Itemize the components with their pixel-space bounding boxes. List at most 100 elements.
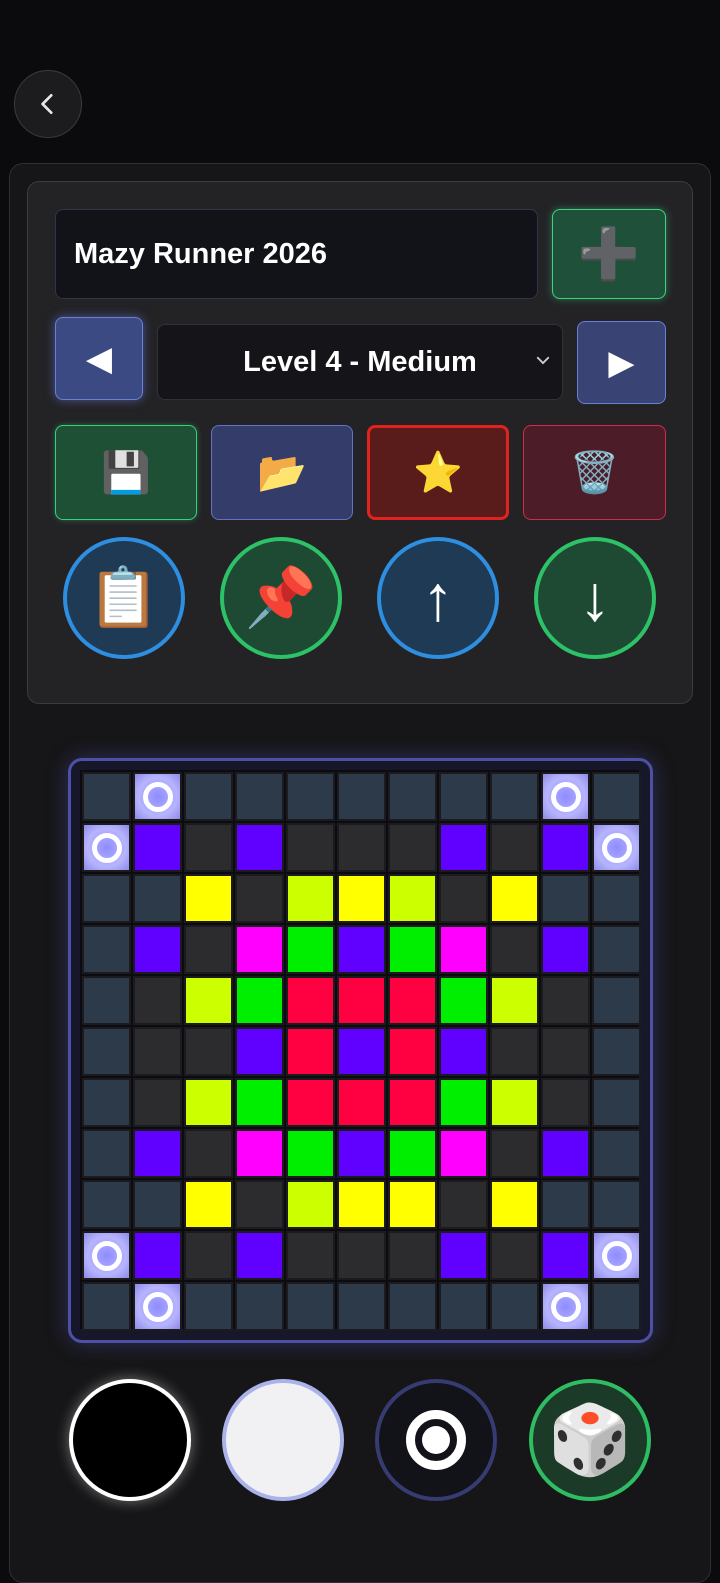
grid-cell[interactable] xyxy=(184,772,233,821)
grid-cell[interactable] xyxy=(82,976,131,1025)
grid-cell[interactable] xyxy=(337,925,386,974)
grid-cell[interactable] xyxy=(592,1027,641,1076)
grid-cell[interactable] xyxy=(235,1027,284,1076)
grid-cell[interactable] xyxy=(133,823,182,872)
grid-cell[interactable] xyxy=(82,925,131,974)
grid-cell[interactable] xyxy=(184,976,233,1025)
grid-cell[interactable] xyxy=(439,925,488,974)
grid-cell[interactable] xyxy=(490,1027,539,1076)
grid-cell[interactable] xyxy=(541,1231,590,1280)
grid-cell[interactable] xyxy=(133,1231,182,1280)
level-select[interactable]: Level 4 - Medium xyxy=(157,324,563,400)
grid-cell[interactable] xyxy=(82,874,131,923)
grid-cell[interactable] xyxy=(541,1027,590,1076)
grid-cell-portal[interactable] xyxy=(82,823,131,872)
grid-cell[interactable] xyxy=(388,976,437,1025)
grid-cell[interactable] xyxy=(184,874,233,923)
grid-cell[interactable] xyxy=(439,874,488,923)
grid-cell[interactable] xyxy=(337,823,386,872)
grid-cell[interactable] xyxy=(541,1078,590,1127)
grid-cell[interactable] xyxy=(82,1282,131,1331)
grid-cell[interactable] xyxy=(184,1027,233,1076)
grid-cell[interactable] xyxy=(235,874,284,923)
grid-cell[interactable] xyxy=(337,772,386,821)
previous-level-button[interactable]: ◀ xyxy=(55,317,143,400)
grid-cell[interactable] xyxy=(286,1078,335,1127)
grid-cell-portal[interactable] xyxy=(592,1231,641,1280)
grid-cell[interactable] xyxy=(439,1282,488,1331)
next-level-button[interactable]: ▶ xyxy=(577,321,666,404)
grid-cell[interactable] xyxy=(439,1129,488,1178)
paste-button[interactable]: 📌 xyxy=(220,537,342,659)
grid-cell[interactable] xyxy=(541,874,590,923)
grid-cell[interactable] xyxy=(337,1027,386,1076)
download-button[interactable]: ↓ xyxy=(534,537,656,659)
grid-cell[interactable] xyxy=(286,772,335,821)
grid-cell[interactable] xyxy=(133,1180,182,1229)
grid-cell[interactable] xyxy=(490,823,539,872)
grid-cell[interactable] xyxy=(133,1027,182,1076)
grid-cell[interactable] xyxy=(490,772,539,821)
grid-cell[interactable] xyxy=(235,1180,284,1229)
grid-cell[interactable] xyxy=(286,874,335,923)
grid-cell[interactable] xyxy=(286,1180,335,1229)
grid-cell[interactable] xyxy=(388,1129,437,1178)
grid-cell[interactable] xyxy=(235,1129,284,1178)
grid-cell[interactable] xyxy=(541,976,590,1025)
grid-cell[interactable] xyxy=(490,1129,539,1178)
randomize-button[interactable]: 🎲 xyxy=(529,1379,651,1501)
grid-cell-portal[interactable] xyxy=(541,772,590,821)
grid-cell[interactable] xyxy=(337,874,386,923)
grid-cell[interactable] xyxy=(286,1129,335,1178)
grid-cell[interactable] xyxy=(235,823,284,872)
grid-cell[interactable] xyxy=(337,976,386,1025)
grid-cell[interactable] xyxy=(388,1078,437,1127)
delete-button[interactable]: 🗑️ xyxy=(523,425,666,520)
grid-cell[interactable] xyxy=(490,1180,539,1229)
grid-cell[interactable] xyxy=(286,1282,335,1331)
grid-cell[interactable] xyxy=(592,925,641,974)
grid-cell[interactable] xyxy=(541,1129,590,1178)
grid-cell[interactable] xyxy=(235,772,284,821)
grid-cell[interactable] xyxy=(235,1282,284,1331)
grid-cell[interactable] xyxy=(133,925,182,974)
grid-cell[interactable] xyxy=(541,1180,590,1229)
grid-cell[interactable] xyxy=(388,1282,437,1331)
portal-tool-button[interactable] xyxy=(375,1379,497,1501)
grid-cell[interactable] xyxy=(337,1282,386,1331)
maze-name-input[interactable]: Mazy Runner 2026 xyxy=(55,209,538,299)
grid-cell[interactable] xyxy=(541,925,590,974)
grid-cell-portal[interactable] xyxy=(82,1231,131,1280)
grid-cell[interactable] xyxy=(439,772,488,821)
grid-cell[interactable] xyxy=(592,772,641,821)
grid-cell[interactable] xyxy=(439,976,488,1025)
grid-cell[interactable] xyxy=(235,1078,284,1127)
grid-cell[interactable] xyxy=(439,1027,488,1076)
grid-cell[interactable] xyxy=(388,1027,437,1076)
grid-cell[interactable] xyxy=(184,1129,233,1178)
grid-cell[interactable] xyxy=(82,1180,131,1229)
black-color-button[interactable] xyxy=(69,1379,191,1501)
grid-cell[interactable] xyxy=(286,976,335,1025)
grid-cell[interactable] xyxy=(337,1231,386,1280)
grid-cell[interactable] xyxy=(592,976,641,1025)
grid-cell-portal[interactable] xyxy=(541,1282,590,1331)
white-color-button[interactable] xyxy=(222,1379,344,1501)
grid-cell[interactable] xyxy=(337,1129,386,1178)
grid-cell[interactable] xyxy=(133,874,182,923)
grid-cell[interactable] xyxy=(439,1078,488,1127)
grid-cell[interactable] xyxy=(592,874,641,923)
grid-cell[interactable] xyxy=(388,823,437,872)
grid-cell[interactable] xyxy=(388,1231,437,1280)
add-level-button[interactable]: ➕ xyxy=(552,209,666,299)
grid-cell[interactable] xyxy=(592,1129,641,1178)
grid-cell-portal[interactable] xyxy=(133,1282,182,1331)
grid-cell[interactable] xyxy=(286,1231,335,1280)
grid-cell[interactable] xyxy=(490,925,539,974)
grid-cell[interactable] xyxy=(82,1027,131,1076)
grid-cell[interactable] xyxy=(286,925,335,974)
grid-cell[interactable] xyxy=(388,1180,437,1229)
grid-cell[interactable] xyxy=(439,1180,488,1229)
open-button[interactable]: 📂 xyxy=(211,425,353,520)
grid-cell[interactable] xyxy=(184,1078,233,1127)
